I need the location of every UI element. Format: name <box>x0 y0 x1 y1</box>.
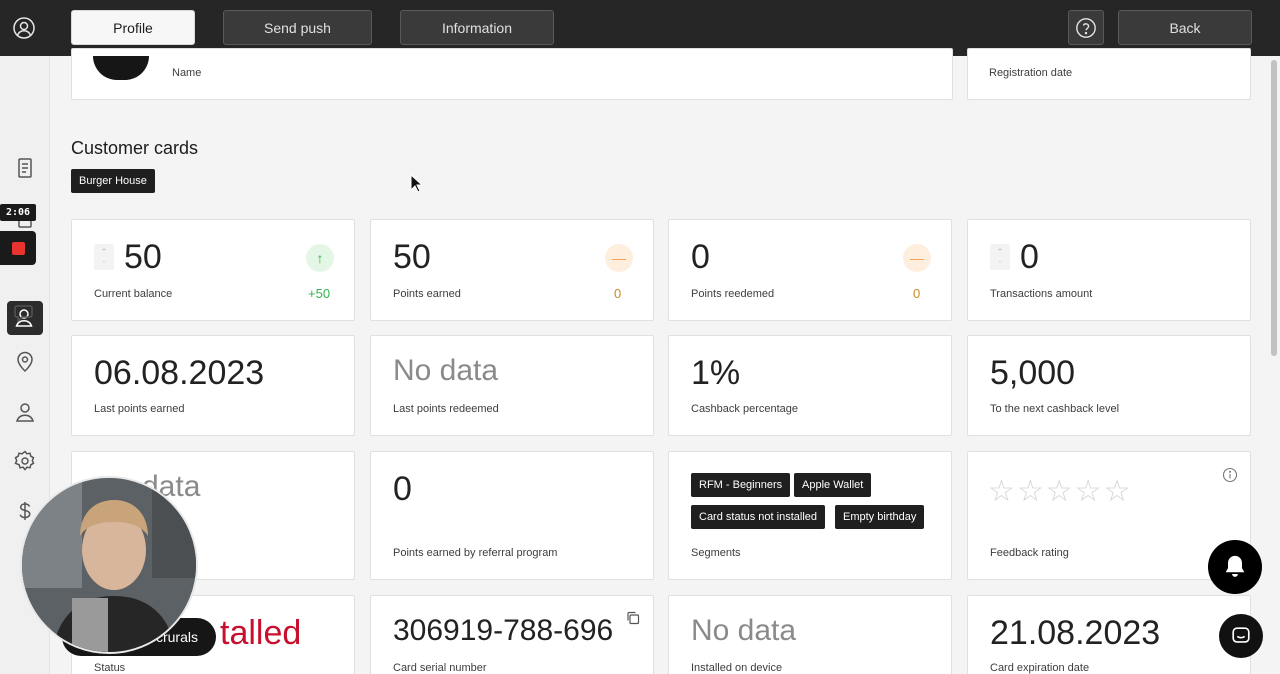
feedback-rating-label: Feedback rating <box>990 547 1069 559</box>
help-button[interactable] <box>1068 10 1104 45</box>
arrow-up-icon: ↑ <box>306 244 334 272</box>
star-rating: ☆☆☆☆☆ <box>988 475 1133 508</box>
notifications-button[interactable] <box>1208 540 1262 594</box>
card-segments: RFM - Beginners Apple Wallet Card status… <box>668 451 952 580</box>
card-points-earned: 50 — 0 Points earned <box>370 219 654 321</box>
presenter-video <box>22 478 196 652</box>
next-cashback-level-value: 5,000 <box>990 354 1076 392</box>
person-icon[interactable] <box>13 400 37 424</box>
referral-points-label: Points earned by referral program <box>393 547 558 559</box>
card-referral-points: 0 Points earned by referral program <box>370 451 654 580</box>
tab-send-push[interactable]: Send push <box>223 10 372 45</box>
minus-icon: — <box>605 244 633 272</box>
webcam-overlay <box>20 476 198 654</box>
chat-bubble-icon <box>1232 627 1250 643</box>
section-title-customer-cards: Customer cards <box>71 138 199 158</box>
card-installed-device: No data Installed on device <box>668 595 952 674</box>
question-circle-icon <box>1076 17 1096 38</box>
transactions-amount-label: Transactions amount <box>990 288 1093 300</box>
card-serial-number: 306919-788-696 Card serial number <box>370 595 654 674</box>
points-redeemed-label: Points reedemed <box>691 288 775 300</box>
profile-name-panel <box>71 48 953 100</box>
card-current-balance: + - 50 ↑ +50 Current balance <box>71 219 355 321</box>
segment-chip[interactable]: Card status not installed <box>691 505 826 529</box>
brand-chip[interactable]: Burger House <box>71 169 155 193</box>
card-transactions-amount: + - 0 Transactions amount <box>967 219 1251 321</box>
points-earned-delta: 0 <box>614 286 622 301</box>
points-redeemed-value: 0 <box>691 238 710 276</box>
recording-timer: 2:06 <box>0 204 36 221</box>
status-label: Status <box>94 662 126 674</box>
segment-chip[interactable]: Apple Wallet <box>794 473 872 497</box>
segment-chip[interactable]: RFM - Beginners <box>691 473 791 497</box>
page-scrollbar[interactable] <box>1271 60 1277 356</box>
current-balance-value: 50 <box>124 238 162 276</box>
back-button[interactable]: Back <box>1118 10 1252 45</box>
chat-icon[interactable] <box>13 301 37 325</box>
stepper-icon: + - <box>990 244 1010 270</box>
location-pin-icon[interactable] <box>13 350 37 374</box>
card-last-points-earned: 06.08.2023 Last points earned <box>71 335 355 436</box>
card-cashback-percentage: 1% Cashback percentage <box>668 335 952 436</box>
registration-date-label: Registration date <box>989 67 1073 79</box>
segment-chip[interactable]: Empty birthday <box>835 505 925 529</box>
installed-device-value: No data <box>691 614 797 647</box>
card-last-points-redeemed: No data Last points redeemed <box>370 335 654 436</box>
points-redeemed-delta: 0 <box>913 286 921 301</box>
expiration-date-value: 21.08.2023 <box>990 614 1161 652</box>
next-cashback-level-label: To the next cashback level <box>990 403 1120 415</box>
last-points-earned-value: 06.08.2023 <box>94 354 265 392</box>
stop-icon <box>11 241 25 255</box>
tab-information[interactable]: Information <box>400 10 554 45</box>
referral-points-value: 0 <box>393 470 412 508</box>
cashback-percentage-label: Cashback percentage <box>691 403 799 415</box>
info-icon[interactable] <box>1222 467 1238 483</box>
card-expiration-date: 21.08.2023 Card expiration date <box>967 595 1251 674</box>
serial-number-label: Card serial number <box>393 662 487 674</box>
current-balance-label: Current balance <box>94 288 173 300</box>
segments-label: Segments <box>691 547 741 559</box>
last-points-redeemed-label: Last points redeemed <box>393 403 499 415</box>
card-points-redeemed: 0 — 0 Points reedemed <box>668 219 952 321</box>
minus-icon: — <box>903 244 931 272</box>
current-balance-delta: +50 <box>308 286 331 301</box>
last-points-earned-label: Last points earned <box>94 403 185 415</box>
last-points-redeemed-value: No data <box>393 354 499 387</box>
gear-icon[interactable] <box>13 449 37 473</box>
bell-icon <box>1225 555 1245 577</box>
serial-number-value: 306919-788-696 <box>393 614 614 647</box>
document-icon[interactable] <box>13 156 37 180</box>
card-next-cashback-level: 5,000 To the next cashback level <box>967 335 1251 436</box>
cashback-percentage-value: 1% <box>691 354 741 392</box>
mouse-cursor <box>410 174 424 193</box>
copy-icon[interactable] <box>625 610 641 626</box>
name-label: Name <box>172 67 202 79</box>
transactions-amount-value: 0 <box>1020 238 1039 276</box>
status-value: talled <box>220 614 302 652</box>
installed-device-label: Installed on device <box>691 662 783 674</box>
points-earned-value: 50 <box>393 238 431 276</box>
tab-profile[interactable]: Profile <box>71 10 195 45</box>
stop-recording-button[interactable] <box>0 231 36 265</box>
support-chat-button[interactable] <box>1219 614 1263 658</box>
expiration-date-label: Card expiration date <box>990 662 1090 674</box>
points-earned-label: Points earned <box>393 288 461 300</box>
stepper-icon: + - <box>94 244 114 270</box>
user-circle-icon[interactable] <box>12 16 36 40</box>
